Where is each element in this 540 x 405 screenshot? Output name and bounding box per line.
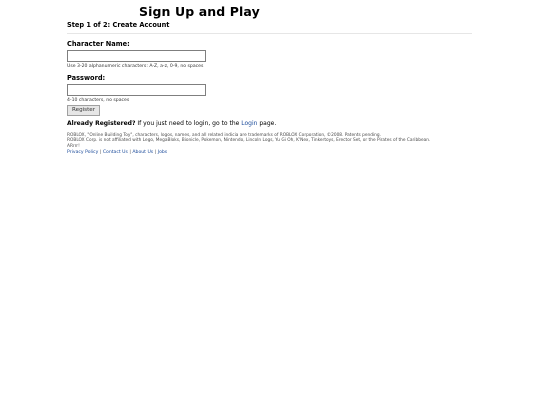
signup-page: Sign Up and Play Step 1 of 2: Create Acc…: [0, 0, 540, 405]
password-hint: 4-10 characters, no spaces: [67, 98, 130, 103]
password-input[interactable]: [67, 84, 206, 96]
legal-line-arrr: ARrrr!: [67, 143, 80, 149]
already-registered-text: Already Registered? If you just need to …: [67, 120, 472, 127]
signup-content: Step 1 of 2: Create Account Character Na…: [67, 21, 472, 155]
register-button[interactable]: Register: [67, 105, 101, 116]
jobs-link[interactable]: Jobs: [158, 150, 167, 155]
footer-separator: |: [154, 150, 157, 156]
password-label: Password:: [67, 74, 106, 82]
already-registered-after: page.: [257, 120, 277, 127]
already-registered-prefix: Already Registered?: [67, 120, 136, 127]
step-heading: Step 1 of 2: Create Account: [67, 21, 472, 34]
privacy-policy-link[interactable]: Privacy Policy: [67, 150, 98, 155]
about-us-link[interactable]: About Us: [132, 150, 153, 155]
already-registered-before: If you just need to login, go to the: [135, 120, 242, 127]
character-name-label: Character Name:: [67, 40, 130, 48]
legal-notice: ROBLOX, "Online Building Toy", character…: [67, 133, 472, 149]
character-name-hint: Use 3-20 alphanumeric characters: A-Z, a…: [67, 64, 204, 69]
character-name-input[interactable]: [67, 50, 206, 62]
login-link[interactable]: Login: [241, 120, 257, 127]
footer-separator: |: [99, 150, 102, 156]
footer-separator: |: [129, 150, 131, 156]
page-title: Sign Up and Play: [139, 4, 260, 19]
contact-us-link[interactable]: Contact Us: [103, 150, 128, 155]
legal-line-affiliation: ROBLOX Corp. is not affiliated with Lego…: [67, 138, 431, 144]
footer-links: Privacy Policy | Contact Us | About Us |…: [67, 150, 472, 155]
